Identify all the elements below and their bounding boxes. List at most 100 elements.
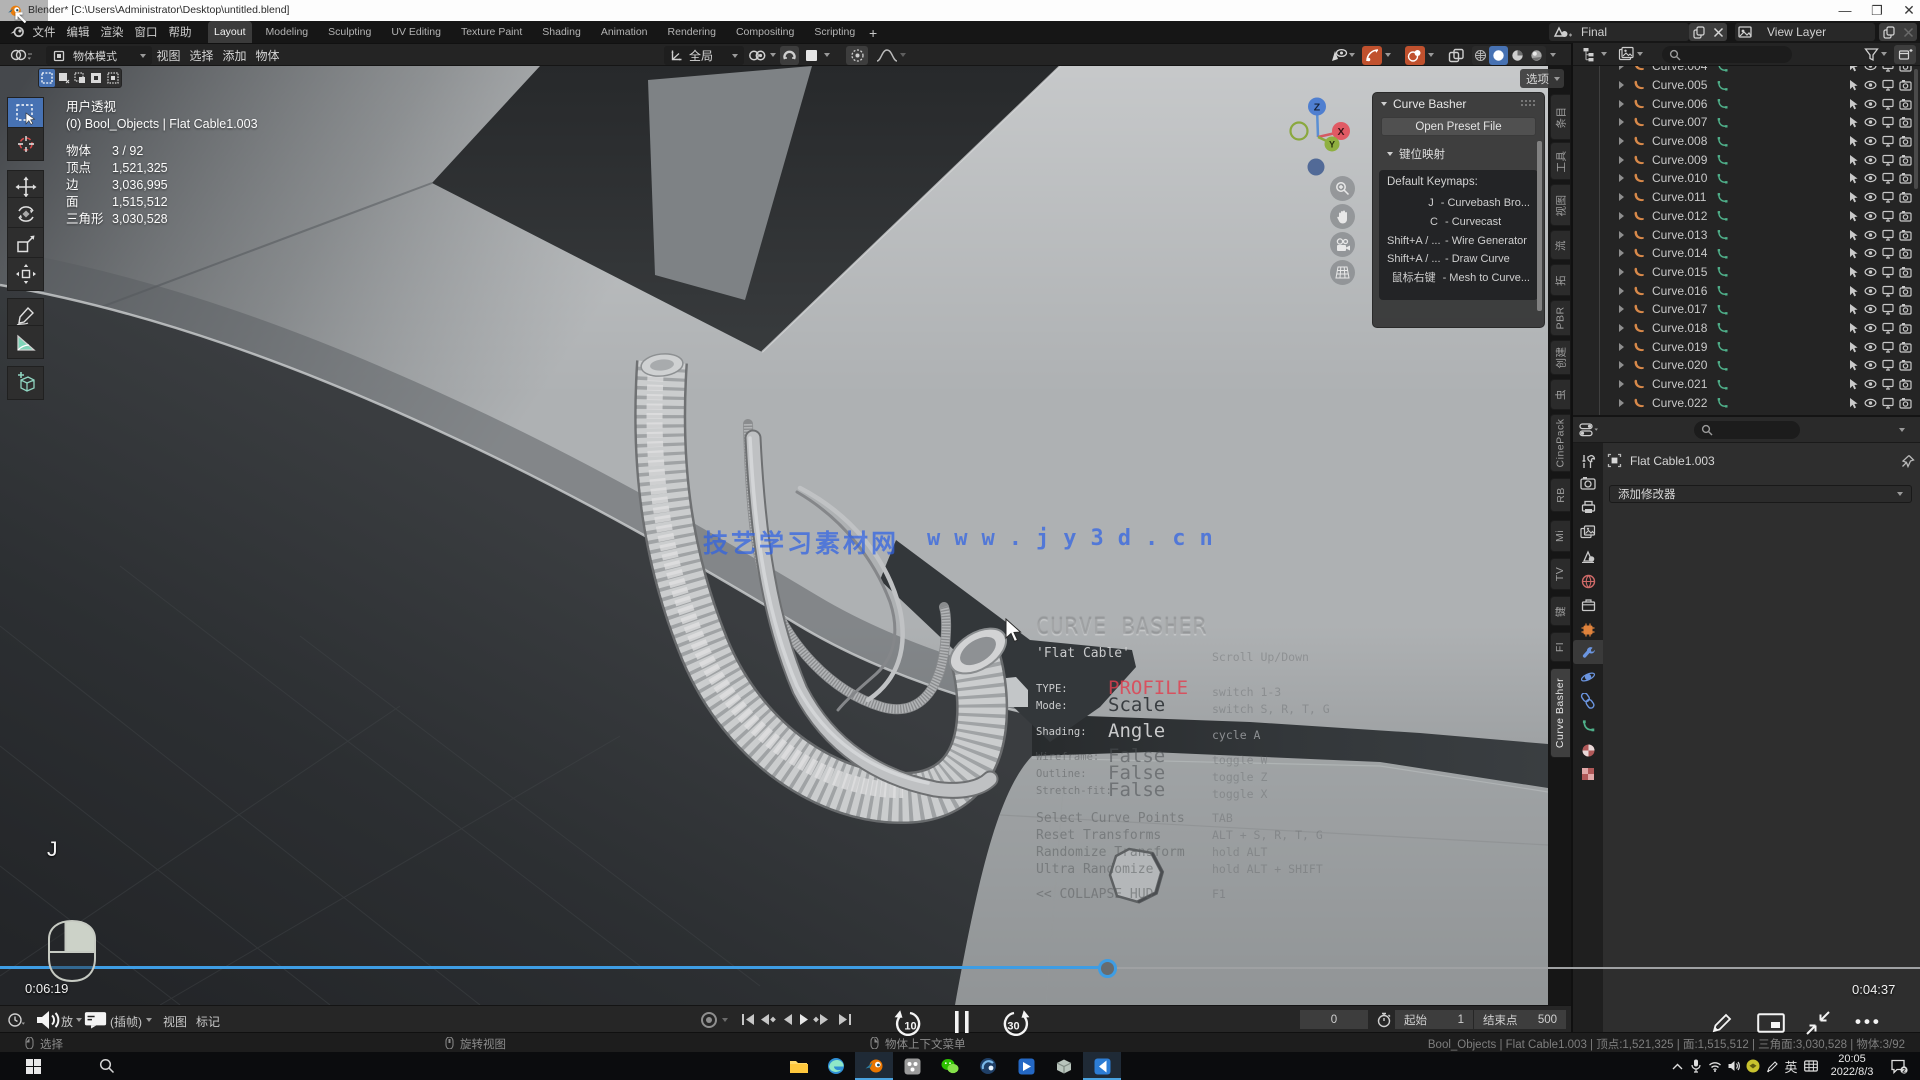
selectable-icon[interactable] xyxy=(1848,116,1859,128)
transform-orientation-dropdown[interactable]: 全局 xyxy=(664,46,744,65)
keying-menu[interactable]: (插帧) xyxy=(110,1013,142,1030)
hide-viewport-icon[interactable] xyxy=(1864,135,1877,147)
axis-neg-z[interactable] xyxy=(1308,159,1325,176)
axis-gizmo[interactable]: Z X Y xyxy=(1283,96,1358,181)
disable-viewports-icon[interactable] xyxy=(1882,266,1894,278)
selectable-icon[interactable] xyxy=(1848,359,1859,371)
outliner-row[interactable]: Curve.019 xyxy=(1573,337,1920,356)
selectable-icon[interactable] xyxy=(1848,154,1859,166)
scene-selector[interactable]: Final xyxy=(1549,23,1689,41)
sidebar-tab[interactable]: FI xyxy=(1550,632,1570,662)
disable-viewports-icon[interactable] xyxy=(1882,79,1894,91)
hide-viewport-icon[interactable] xyxy=(1864,210,1877,222)
frame-start-field[interactable]: 起始1 xyxy=(1395,1010,1473,1029)
tray-keyboard-icon[interactable] xyxy=(1802,1052,1820,1080)
hide-viewport-icon[interactable] xyxy=(1864,322,1877,334)
tray-pen-icon[interactable] xyxy=(1763,1052,1781,1080)
workspace-tab[interactable]: Shading xyxy=(536,21,587,43)
outliner-row[interactable]: Curve.005 xyxy=(1573,76,1920,95)
viewport-menu-item[interactable]: 添加 xyxy=(218,47,251,64)
hex-bolt[interactable] xyxy=(1110,849,1162,902)
hide-viewport-icon[interactable] xyxy=(1864,229,1877,241)
player-back-button[interactable] xyxy=(14,11,27,24)
hide-viewport-icon[interactable] xyxy=(1864,247,1877,259)
taskbar-clock[interactable]: 20:05 2022/8/3 xyxy=(1826,1053,1878,1079)
disable-renders-icon[interactable] xyxy=(1899,359,1912,371)
disable-renders-icon[interactable] xyxy=(1899,378,1912,390)
select-invert-button[interactable] xyxy=(88,69,104,87)
workspace-tab[interactable]: Texture Paint xyxy=(455,21,528,43)
hide-viewport-icon[interactable] xyxy=(1864,266,1877,278)
camera-view-button[interactable] xyxy=(1330,232,1355,257)
add-workspace-button[interactable]: + xyxy=(869,25,877,41)
new-viewlayer-icon[interactable] xyxy=(1883,26,1896,39)
properties-editor-icon[interactable] xyxy=(1579,422,1599,438)
close-button[interactable]: ✕ xyxy=(1894,2,1920,19)
outliner-row[interactable]: Curve.017 xyxy=(1573,300,1920,319)
tab-texture[interactable] xyxy=(1573,762,1603,786)
player-pip-button[interactable] xyxy=(1757,1013,1785,1033)
outliner-row[interactable]: Curve.012 xyxy=(1573,207,1920,226)
pivot-point-button[interactable] xyxy=(801,46,821,65)
xray-toggle-icon[interactable] xyxy=(1448,48,1465,64)
sidebar-tab[interactable]: 条目 xyxy=(1550,94,1570,140)
disable-renders-icon[interactable] xyxy=(1899,191,1912,203)
disable-viewports-icon[interactable] xyxy=(1882,191,1894,203)
perspective-toggle-button[interactable] xyxy=(1330,260,1355,285)
expand-icon[interactable] xyxy=(1619,249,1624,257)
disable-viewports-icon[interactable] xyxy=(1882,247,1894,259)
hide-viewport-icon[interactable] xyxy=(1864,172,1877,184)
workspace-tab[interactable]: Animation xyxy=(595,21,654,43)
disable-viewports-icon[interactable] xyxy=(1882,154,1894,166)
hide-viewport-icon[interactable] xyxy=(1864,285,1877,297)
tab-world[interactable] xyxy=(1573,569,1603,593)
workspace-tab[interactable]: Sculpting xyxy=(322,21,377,43)
hide-viewport-icon[interactable] xyxy=(1864,116,1877,128)
player-note-button[interactable] xyxy=(1711,1011,1734,1034)
disable-renders-icon[interactable] xyxy=(1899,66,1912,72)
outliner-row[interactable]: Curve.011 xyxy=(1573,188,1920,207)
sidebar-tab[interactable]: RB xyxy=(1550,478,1570,512)
tool-options-button[interactable]: 选项 xyxy=(1520,69,1564,88)
outliner-scrollbar[interactable] xyxy=(1914,69,1918,189)
outliner-row[interactable]: Curve.021 xyxy=(1573,375,1920,394)
player-subtitle-button[interactable] xyxy=(84,1011,107,1030)
workspace-tab[interactable]: UV Editing xyxy=(385,21,447,43)
selectable-icon[interactable] xyxy=(1848,341,1859,353)
tab-scene[interactable] xyxy=(1573,544,1603,568)
expand-icon[interactable] xyxy=(1619,212,1624,220)
snap-target-icon[interactable] xyxy=(748,48,770,63)
tool-rotate[interactable] xyxy=(7,197,44,231)
remove-viewlayer-icon[interactable] xyxy=(1903,27,1914,38)
topbar-menu-item[interactable]: 帮助 xyxy=(163,21,197,43)
outliner-row[interactable]: Curve.010 xyxy=(1573,169,1920,188)
disable-viewports-icon[interactable] xyxy=(1882,341,1894,353)
player-progress-track[interactable] xyxy=(1116,967,1920,969)
tab-material[interactable] xyxy=(1573,738,1603,762)
outliner-row[interactable]: Curve.013 xyxy=(1573,225,1920,244)
expand-icon[interactable] xyxy=(1619,287,1624,295)
taskbar-wechat[interactable] xyxy=(931,1052,969,1080)
outliner-row[interactable]: Curve.009 xyxy=(1573,150,1920,169)
expand-icon[interactable] xyxy=(1619,380,1624,388)
use-preview-range-icon[interactable] xyxy=(1376,1012,1392,1028)
outliner-filter-type-icon[interactable] xyxy=(1618,46,1636,63)
topbar-menu-item[interactable]: 编辑 xyxy=(61,21,95,43)
taskbar-app-code[interactable] xyxy=(1083,1052,1121,1080)
taskbar-app-3d[interactable] xyxy=(1045,1052,1083,1080)
show-gizmo-toggle[interactable] xyxy=(1362,46,1382,65)
pan-button[interactable] xyxy=(1330,204,1355,229)
tab-object-data[interactable] xyxy=(1573,713,1603,737)
outliner-filter-icon[interactable] xyxy=(1864,47,1879,62)
tool-scale[interactable] xyxy=(7,227,44,261)
selectable-icon[interactable] xyxy=(1848,66,1859,72)
expand-icon[interactable] xyxy=(1619,343,1624,351)
topbar-menu-item[interactable]: 窗口 xyxy=(129,21,163,43)
jump-to-end-button[interactable] xyxy=(839,1014,851,1025)
outliner-row[interactable]: Curve.004 xyxy=(1573,66,1920,76)
disable-renders-icon[interactable] xyxy=(1899,116,1912,128)
maximize-button[interactable]: ❐ xyxy=(1862,2,1892,19)
tab-constraints[interactable] xyxy=(1573,689,1603,713)
expand-icon[interactable] xyxy=(1619,118,1624,126)
sidebar-tab[interactable]: 视图 xyxy=(1550,184,1570,226)
